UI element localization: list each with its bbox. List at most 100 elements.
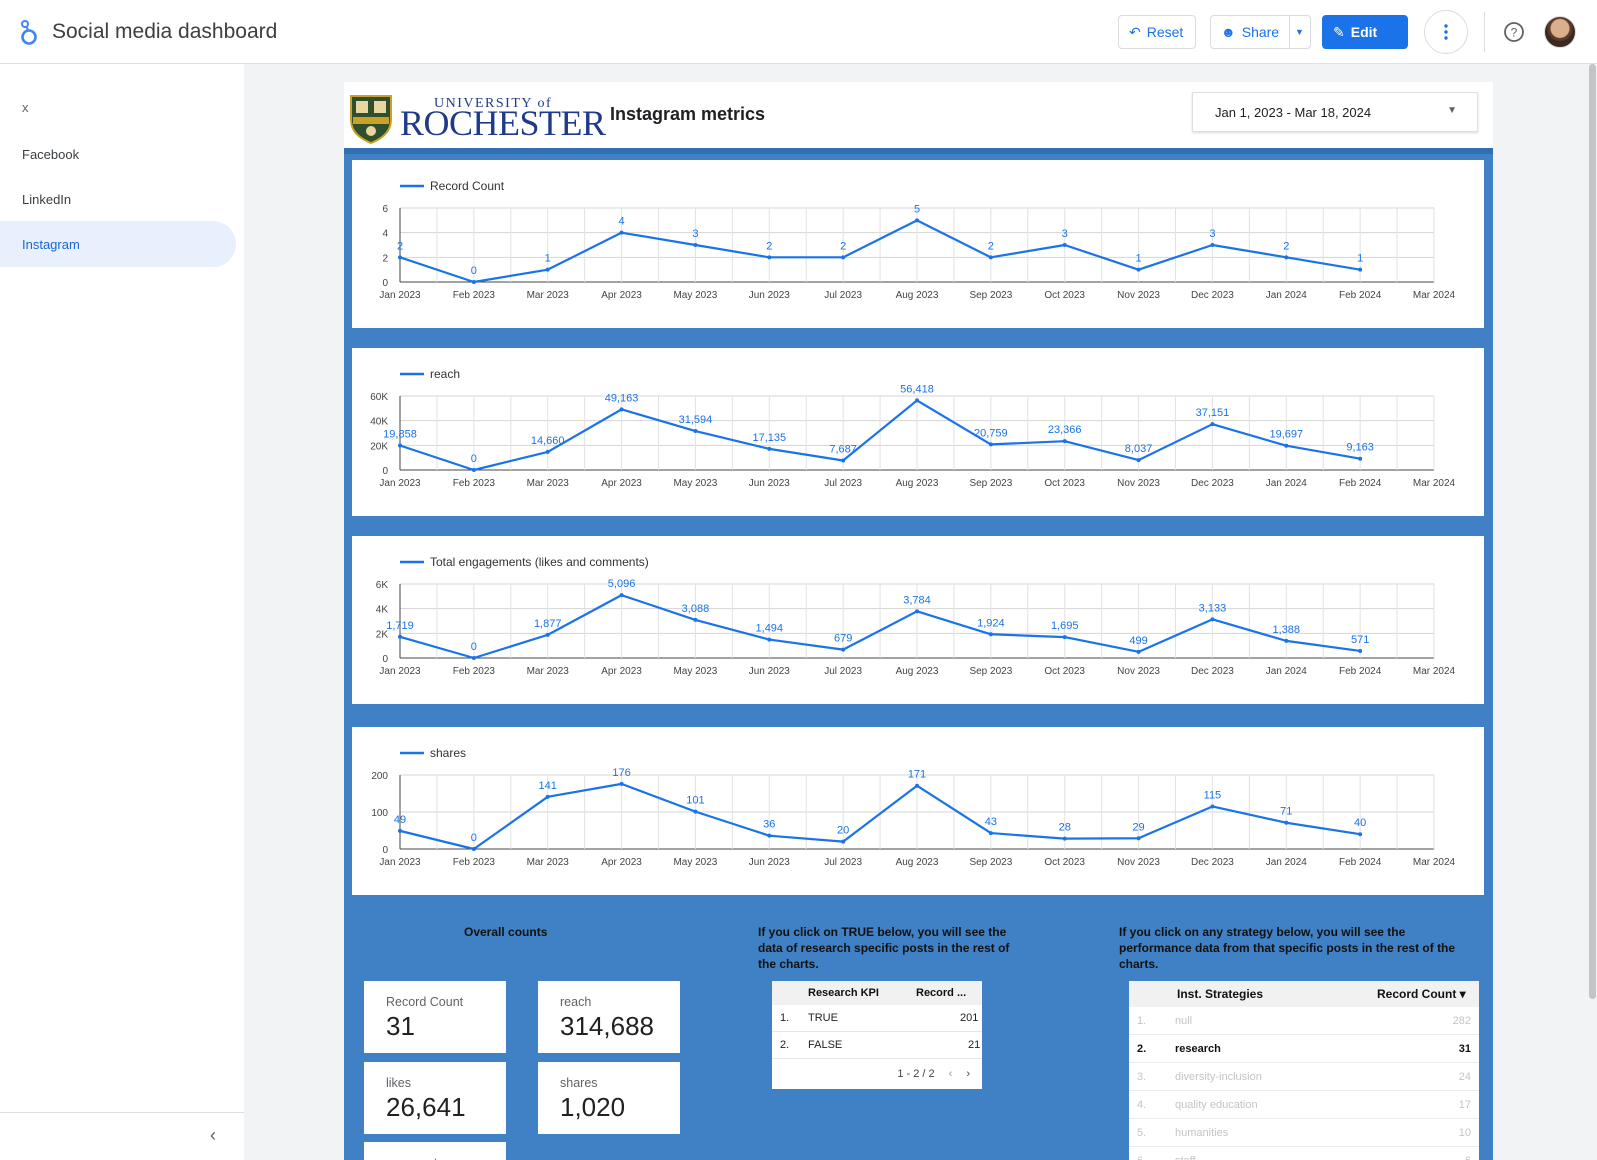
- table-row[interactable]: 1. TRUE 201: [772, 1005, 982, 1032]
- x-tick-label: Aug 2023: [896, 478, 939, 489]
- more-options-button[interactable]: [1424, 10, 1468, 54]
- table-row[interactable]: 3. diversity-inclusion 24: [1129, 1063, 1479, 1091]
- data-point[interactable]: [1062, 635, 1067, 640]
- chevron-right-icon[interactable]: ›: [966, 1068, 970, 1080]
- row-label[interactable]: null: [1169, 1015, 1429, 1027]
- user-avatar[interactable]: [1544, 16, 1576, 48]
- chevron-left-icon[interactable]: ‹: [210, 1125, 216, 1146]
- column-header-record-count[interactable]: Record Count ▾: [1377, 987, 1466, 1001]
- x-tick-label: Jan 2023: [379, 666, 421, 677]
- sidebar-item-instagram[interactable]: Instagram: [0, 221, 236, 267]
- data-point[interactable]: [1062, 439, 1067, 444]
- row-label[interactable]: FALSE: [800, 1039, 960, 1051]
- data-point[interactable]: [398, 634, 402, 639]
- x-tick-label: Aug 2023: [896, 666, 939, 677]
- data-point[interactable]: [1358, 832, 1363, 837]
- data-point[interactable]: [693, 809, 698, 814]
- data-point[interactable]: [1358, 267, 1363, 272]
- x-tick-label: Jan 2024: [1266, 478, 1308, 489]
- data-point[interactable]: [471, 280, 476, 284]
- row-label[interactable]: quality education: [1169, 1099, 1429, 1111]
- data-point[interactable]: [398, 255, 402, 260]
- close-pages-button[interactable]: x: [22, 100, 29, 115]
- y-tick-label: 4: [382, 229, 388, 240]
- chevron-left-icon[interactable]: ‹: [949, 1068, 953, 1080]
- data-point[interactable]: [1358, 456, 1363, 461]
- data-point[interactable]: [1358, 648, 1363, 653]
- row-label[interactable]: TRUE: [800, 1012, 960, 1024]
- data-point[interactable]: [545, 794, 550, 799]
- data-point[interactable]: [988, 632, 993, 637]
- data-point[interactable]: [545, 449, 550, 454]
- data-point[interactable]: [619, 781, 624, 786]
- data-point[interactable]: [693, 243, 698, 247]
- data-point[interactable]: [1136, 267, 1141, 272]
- data-point[interactable]: [1284, 443, 1289, 448]
- row-label[interactable]: humanities: [1169, 1127, 1429, 1139]
- data-point[interactable]: [988, 831, 993, 836]
- data-point[interactable]: [1136, 649, 1141, 654]
- data-point[interactable]: [988, 442, 993, 447]
- data-point[interactable]: [1210, 804, 1215, 809]
- data-point[interactable]: [398, 443, 402, 448]
- data-point[interactable]: [841, 647, 846, 652]
- sidebar-item-facebook[interactable]: Facebook: [0, 131, 236, 177]
- table-row[interactable]: 2. FALSE 21: [772, 1032, 982, 1059]
- y-tick-label: 60K: [370, 392, 388, 403]
- data-point[interactable]: [398, 828, 402, 833]
- data-point[interactable]: [619, 230, 624, 235]
- data-point[interactable]: [1284, 638, 1289, 643]
- data-point[interactable]: [915, 218, 919, 223]
- data-point[interactable]: [1284, 820, 1289, 825]
- data-point[interactable]: [1136, 458, 1141, 463]
- edit-button[interactable]: ✎ Edit: [1322, 15, 1408, 49]
- table-row[interactable]: 4. quality education 17: [1129, 1091, 1479, 1119]
- data-point[interactable]: [841, 839, 846, 844]
- data-point[interactable]: [1062, 836, 1067, 841]
- sidebar-item-linkedin[interactable]: LinkedIn: [0, 176, 236, 222]
- data-point[interactable]: [471, 468, 476, 472]
- row-label[interactable]: diversity-inclusion: [1169, 1071, 1429, 1083]
- help-icon[interactable]: ?: [1502, 20, 1526, 44]
- data-point[interactable]: [1210, 243, 1215, 247]
- data-point[interactable]: [471, 847, 476, 851]
- page-scrollbar[interactable]: [1588, 64, 1597, 1160]
- scrollbar-thumb[interactable]: [1589, 64, 1596, 999]
- data-point[interactable]: [693, 429, 698, 434]
- data-point[interactable]: [545, 632, 550, 637]
- data-point[interactable]: [915, 783, 919, 788]
- table-row[interactable]: 2. research 31: [1129, 1035, 1479, 1063]
- data-point[interactable]: [767, 446, 772, 451]
- data-point[interactable]: [767, 637, 772, 642]
- reset-button[interactable]: ↶ Reset: [1118, 15, 1196, 49]
- table-row[interactable]: 1. null 282: [1129, 1007, 1479, 1035]
- data-point[interactable]: [1136, 836, 1141, 841]
- table-row[interactable]: 6.staff6: [1129, 1147, 1479, 1160]
- data-point[interactable]: [1210, 422, 1215, 427]
- share-dropdown-button[interactable]: ▼: [1289, 15, 1311, 49]
- data-point[interactable]: [619, 407, 624, 412]
- x-tick-label: Jan 2023: [379, 478, 421, 489]
- column-header-inst-strategies[interactable]: Inst. Strategies: [1177, 987, 1377, 1001]
- row-label[interactable]: research: [1169, 1043, 1429, 1055]
- data-point[interactable]: [915, 398, 919, 403]
- data-point[interactable]: [619, 593, 624, 598]
- column-header-research-kpi[interactable]: Research KPI: [808, 987, 916, 999]
- data-point[interactable]: [767, 833, 772, 838]
- data-point[interactable]: [988, 255, 993, 260]
- data-point[interactable]: [1284, 255, 1289, 260]
- share-button[interactable]: ☻ Share: [1210, 15, 1290, 49]
- row-label[interactable]: staff: [1169, 1155, 1429, 1160]
- data-point[interactable]: [767, 255, 772, 260]
- data-point[interactable]: [841, 458, 846, 463]
- date-range-picker[interactable]: Jan 1, 2023 - Mar 18, 2024 ▼: [1192, 92, 1478, 132]
- data-point[interactable]: [1210, 617, 1215, 622]
- column-header-record[interactable]: Record ...: [916, 987, 966, 999]
- data-point[interactable]: [545, 267, 550, 272]
- data-point[interactable]: [915, 609, 919, 614]
- table-row[interactable]: 5. humanities 10: [1129, 1119, 1479, 1147]
- data-point[interactable]: [841, 255, 846, 260]
- data-point[interactable]: [693, 617, 698, 622]
- data-point[interactable]: [471, 656, 476, 660]
- data-point[interactable]: [1062, 243, 1067, 247]
